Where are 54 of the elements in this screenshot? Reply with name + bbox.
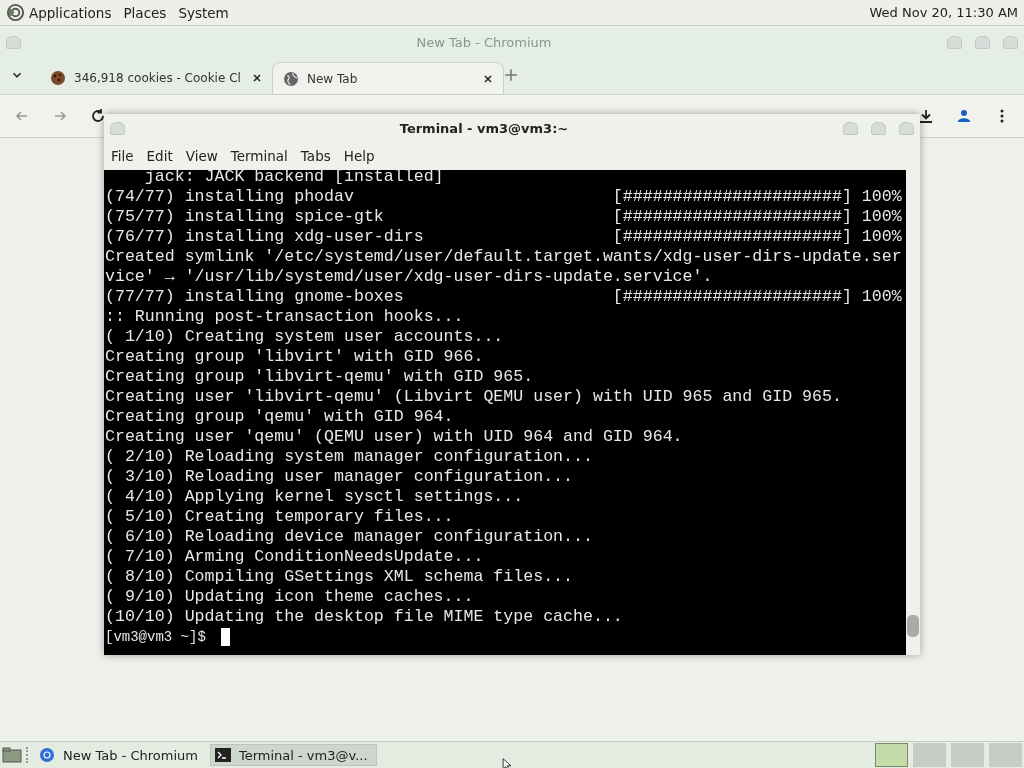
taskbar-button[interactable]: Terminal - vm3@v...	[209, 744, 377, 766]
terminal-line: Creating group 'qemu' with GID 964.	[105, 407, 455, 427]
terminal-line: ( 1/10) Creating system user accounts...	[105, 327, 505, 347]
terminal-line: ( 9/10) Updating icon theme caches...	[105, 587, 475, 607]
download-icon[interactable]	[918, 108, 934, 124]
menu-item[interactable]: Help	[343, 148, 375, 164]
terminal-line: Creating group 'libvirt' with GID 966.	[105, 347, 485, 367]
scrollbar[interactable]	[906, 170, 920, 655]
terminal-line: :: Running post-transaction hooks...	[105, 307, 465, 327]
new-tab-icon[interactable]	[504, 68, 518, 82]
workspace[interactable]	[875, 743, 908, 767]
reload-icon[interactable]	[90, 108, 106, 124]
browser-icon	[39, 747, 55, 763]
menu-item[interactable]: Terminal	[230, 148, 288, 164]
terminal-line: (76/77) installing xdg-user-dirs [######################] 100%	[105, 227, 903, 247]
terminal-line: (10/10) Updating the desktop file MIME type cache...	[105, 607, 624, 627]
terminal-icon	[214, 747, 231, 763]
terminal-line: Creating user 'qemu' (QEMU user) with UID 964 and GID 964.	[105, 427, 684, 447]
terminal-line: Creating user 'libvirt-qemu' (Libvirt QEMU user) with UID 965 and GID 965.	[105, 387, 843, 407]
menu-item[interactable]: View	[185, 148, 218, 164]
terminal-line: ( 2/10) Reloading system manager configuration...	[105, 447, 594, 467]
terminal-line: Created symlink '/etc/systemd/user/default.target.wants/xdg-user-dirs-update.ser	[105, 247, 903, 267]
menu-item[interactable]: File	[111, 148, 134, 164]
terminal-line: jack: JACK backend [installed]	[143, 167, 445, 187]
clock[interactable]: Wed Nov 20, 11:30 AM	[869, 5, 1018, 20]
terminal-line: ( 8/10) Compiling GSettings XML schema files...	[105, 567, 575, 587]
terminal-line: (74/77) installing phodav [######################] 100%	[105, 187, 903, 207]
terminal-line: ( 5/10) Creating temporary files...	[105, 507, 455, 527]
menu-item[interactable]: System	[178, 4, 229, 21]
browser-tab[interactable]: New Tab	[272, 62, 504, 94]
show-desktop-icon[interactable]	[2, 747, 22, 763]
mouse-pointer-icon	[502, 758, 512, 768]
terminal-line: ( 4/10) Applying kernel sysctl settings...	[105, 487, 525, 507]
terminal-line: vice' → '/usr/lib/systemd/user/xdg-user-dirs-update.service'.	[105, 267, 714, 287]
text-cursor	[220, 628, 230, 646]
terminal-line: ( 7/10) Arming ConditionNeedsUpdate...	[105, 547, 485, 567]
globe-icon	[283, 70, 299, 87]
window-title: Terminal - vm3@vm3:~	[398, 120, 570, 136]
terminal-line: (77/77) installing gnome-boxes [######################] 100%	[105, 287, 903, 307]
taskbar-button[interactable]: New Tab - Chromium	[35, 744, 206, 766]
menu-item[interactable]: Places	[123, 4, 167, 21]
terminal-line: (75/77) installing spice-gtk [######################] 100%	[105, 207, 903, 227]
terminal-line: ( 6/10) Reloading device manager configuration...	[105, 527, 594, 547]
terminal-line: Creating group 'libvirt-qemu' with GID 965.	[105, 367, 535, 387]
menu-item[interactable]: Edit	[146, 148, 173, 164]
terminal-line: ( 3/10) Reloading user manager configuration...	[105, 467, 575, 487]
profile-icon[interactable]	[956, 108, 972, 124]
cookie-icon	[50, 70, 66, 86]
prompt-text: [vm3@vm3 ~]$	[105, 628, 206, 647]
window-title: New Tab - Chromium	[415, 34, 553, 50]
menu-item[interactable]: Applications	[29, 4, 112, 21]
browser-tab[interactable]: 346,918 cookies - Cookie Cl	[40, 62, 272, 94]
menu-item[interactable]: Tabs	[300, 148, 331, 164]
logo-icon[interactable]	[6, 3, 25, 22]
